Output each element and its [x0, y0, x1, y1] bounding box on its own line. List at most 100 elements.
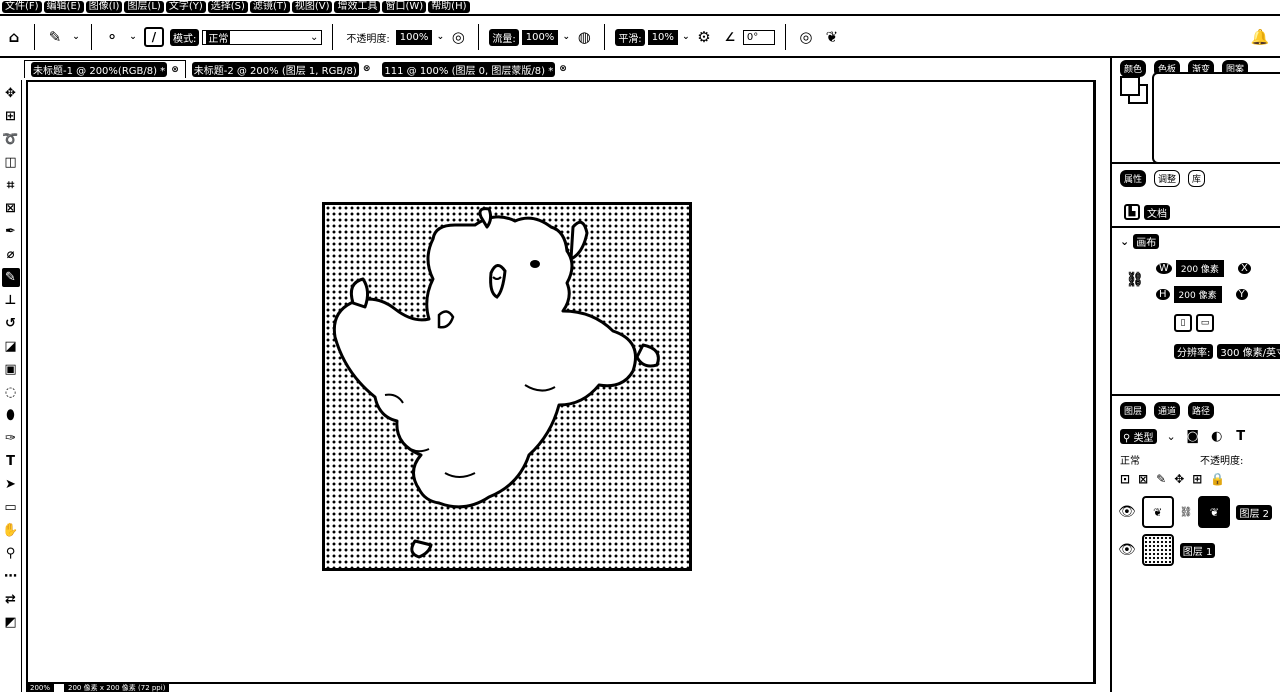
- menu-edit[interactable]: 编辑(E): [43, 1, 84, 13]
- smooth-group: 平滑: 10% ⌄ ⚙: [615, 27, 714, 47]
- doc-tab-2[interactable]: 未标题-2 @ 200% (图层 1, RGB/8) ⊗: [186, 60, 377, 78]
- gear-icon[interactable]: ⚙: [694, 27, 714, 47]
- frame-tool-icon[interactable]: ⊠: [2, 199, 20, 218]
- menu-help[interactable]: 帮助(H): [428, 1, 470, 13]
- color-picker-field[interactable]: [1152, 72, 1280, 164]
- tab-adjustments[interactable]: 调整: [1154, 169, 1181, 187]
- canvas-section-header[interactable]: ⌄ 画布: [1120, 234, 1160, 249]
- menu-plugins[interactable]: 增效工具: [334, 1, 381, 13]
- filter-pixel-icon[interactable]: ◙: [1186, 426, 1200, 446]
- layer-mask-thumbnail[interactable]: ❦: [1198, 496, 1231, 528]
- visibility-eye-icon[interactable]: 👁: [1118, 504, 1136, 520]
- layer-name[interactable]: 图层 1: [1179, 542, 1216, 558]
- move-tool-icon[interactable]: ✥: [2, 84, 20, 103]
- swap-colors-icon[interactable]: ⇄: [2, 590, 20, 609]
- lock-all-icon[interactable]: 🔒: [1210, 472, 1225, 486]
- brush-tool-icon[interactable]: ✎: [45, 27, 65, 47]
- lasso-tool-icon[interactable]: ➰: [2, 130, 20, 149]
- clone-stamp-tool-icon[interactable]: ⊥: [2, 291, 20, 310]
- menu-window[interactable]: 窗口(W): [382, 1, 427, 13]
- rectangle-tool-icon[interactable]: ▭: [2, 498, 20, 517]
- menu-select[interactable]: 选择(S): [207, 1, 248, 13]
- quick-select-tool-icon[interactable]: ◫: [2, 153, 20, 172]
- eraser-tool-icon[interactable]: ◪: [2, 337, 20, 356]
- color-swatches-icon[interactable]: ◩: [2, 613, 20, 632]
- healing-brush-tool-icon[interactable]: ⌀: [2, 245, 20, 264]
- landscape-icon[interactable]: ▭: [1196, 314, 1214, 332]
- menu-file[interactable]: 文件(F): [2, 1, 42, 13]
- opacity-input[interactable]: 100%: [395, 29, 433, 45]
- chain-icon[interactable]: ⛓: [1180, 507, 1193, 518]
- angle-input[interactable]: 0°: [742, 29, 775, 45]
- artboard-tool-icon[interactable]: ⊞: [2, 107, 20, 126]
- tab-paths[interactable]: 路径: [1188, 401, 1215, 419]
- mode-select[interactable]: 正常 ⌄: [202, 29, 323, 45]
- lock-paint-icon[interactable]: ✎: [1156, 472, 1166, 486]
- link-icon[interactable]: ⛓: [1126, 272, 1144, 288]
- tab-channels[interactable]: 通道: [1154, 401, 1181, 419]
- close-icon[interactable]: ⊗: [171, 65, 179, 75]
- more-tools-icon[interactable]: ⋯: [2, 567, 20, 586]
- home-icon[interactable]: ⌂: [4, 27, 24, 47]
- menu-image[interactable]: 图像(I): [85, 1, 123, 13]
- gradient-tool-icon[interactable]: ▣: [2, 360, 20, 379]
- canvas-workspace[interactable]: [26, 80, 1096, 684]
- tab-properties[interactable]: 属性: [1120, 169, 1147, 187]
- lock-pixels-icon[interactable]: ⊠: [1138, 472, 1148, 486]
- crop-tool-icon[interactable]: ⌗: [2, 176, 20, 195]
- chevron-down-icon[interactable]: ⌄: [128, 27, 138, 47]
- tab-libraries[interactable]: 库: [1188, 169, 1206, 187]
- eyedropper-tool-icon[interactable]: ✒: [2, 222, 20, 241]
- pressure-opacity-icon[interactable]: ◎: [448, 27, 468, 47]
- layer-row-2[interactable]: 👁 ❦ ⛓ ❦ 图层 2: [1118, 496, 1273, 528]
- chevron-down-icon[interactable]: ⌄: [71, 27, 81, 47]
- zoom-readout[interactable]: 200%: [26, 684, 55, 692]
- layer-filter-select[interactable]: ⚲ 类型: [1120, 428, 1157, 444]
- pen-tool-icon[interactable]: ✑: [2, 429, 20, 448]
- filter-adjust-icon[interactable]: ◐: [1210, 426, 1224, 446]
- blend-mode-select[interactable]: 正常: [1120, 452, 1140, 467]
- type-tool-icon[interactable]: T: [2, 452, 20, 471]
- layer-row-1[interactable]: 👁 图层 1: [1118, 534, 1216, 566]
- close-icon[interactable]: ⊗: [363, 64, 371, 74]
- chevron-down-icon[interactable]: ⌄: [561, 27, 571, 47]
- right-panels: 颜色 色板 渐变 图案 属性 调整 库 ▙ 文档 ⌄ 画布 ⛓ W 200 像素: [1110, 58, 1280, 692]
- brush-size-icon[interactable]: ⚬: [102, 27, 122, 47]
- menu-layer[interactable]: 图层(L): [124, 1, 164, 13]
- symmetry-icon[interactable]: ❦: [822, 27, 842, 47]
- zoom-tool-icon[interactable]: ⚲: [2, 544, 20, 563]
- menu-type[interactable]: 文字(Y): [165, 1, 206, 13]
- height-input[interactable]: 200 像素: [1173, 286, 1222, 303]
- tab-color[interactable]: 颜色: [1120, 59, 1147, 77]
- filter-type-icon[interactable]: T: [1234, 426, 1248, 446]
- doc-tab-3[interactable]: 111 @ 100% (图层 0, 图层蒙版/8) * ⊗: [376, 60, 572, 78]
- dodge-tool-icon[interactable]: ⬮: [2, 406, 20, 425]
- smooth-input[interactable]: 10%: [647, 29, 678, 45]
- brush-settings-icon[interactable]: /: [144, 27, 164, 47]
- chevron-down-icon[interactable]: ⌄: [1167, 430, 1176, 443]
- chevron-down-icon[interactable]: ⌄: [681, 27, 691, 47]
- airbrush-icon[interactable]: ◍: [574, 27, 594, 47]
- flow-input[interactable]: 100%: [521, 29, 559, 45]
- history-brush-tool-icon[interactable]: ↺: [2, 314, 20, 333]
- doc-tab-1[interactable]: 未标题-1 @ 200%(RGB/8) * ⊗: [24, 60, 186, 78]
- menu-view[interactable]: 视图(V): [291, 1, 333, 13]
- path-select-tool-icon[interactable]: ➤: [2, 475, 20, 494]
- chevron-down-icon[interactable]: ⌄: [435, 27, 445, 47]
- lock-move-icon[interactable]: ✥: [1174, 472, 1184, 486]
- hand-tool-icon[interactable]: ✋: [2, 521, 20, 540]
- layer-name[interactable]: 图层 2: [1236, 504, 1273, 520]
- lock-artboard-icon[interactable]: ⊞: [1192, 472, 1202, 486]
- width-input[interactable]: 200 像素: [1175, 260, 1224, 277]
- blur-tool-icon[interactable]: ◌: [2, 383, 20, 402]
- portrait-icon[interactable]: ▯: [1174, 314, 1192, 332]
- document-canvas[interactable]: [322, 202, 692, 571]
- close-icon[interactable]: ⊗: [559, 64, 567, 74]
- pressure-size-icon[interactable]: ◎: [796, 27, 816, 47]
- bell-icon[interactable]: 🔔: [1250, 27, 1270, 47]
- foreground-color-swatch[interactable]: [1120, 76, 1140, 96]
- visibility-eye-icon[interactable]: 👁: [1118, 542, 1136, 558]
- brush-tool-icon[interactable]: ✎: [1, 268, 20, 287]
- tab-layers[interactable]: 图层: [1120, 401, 1147, 419]
- menu-filter[interactable]: 滤镜(T): [249, 1, 290, 13]
